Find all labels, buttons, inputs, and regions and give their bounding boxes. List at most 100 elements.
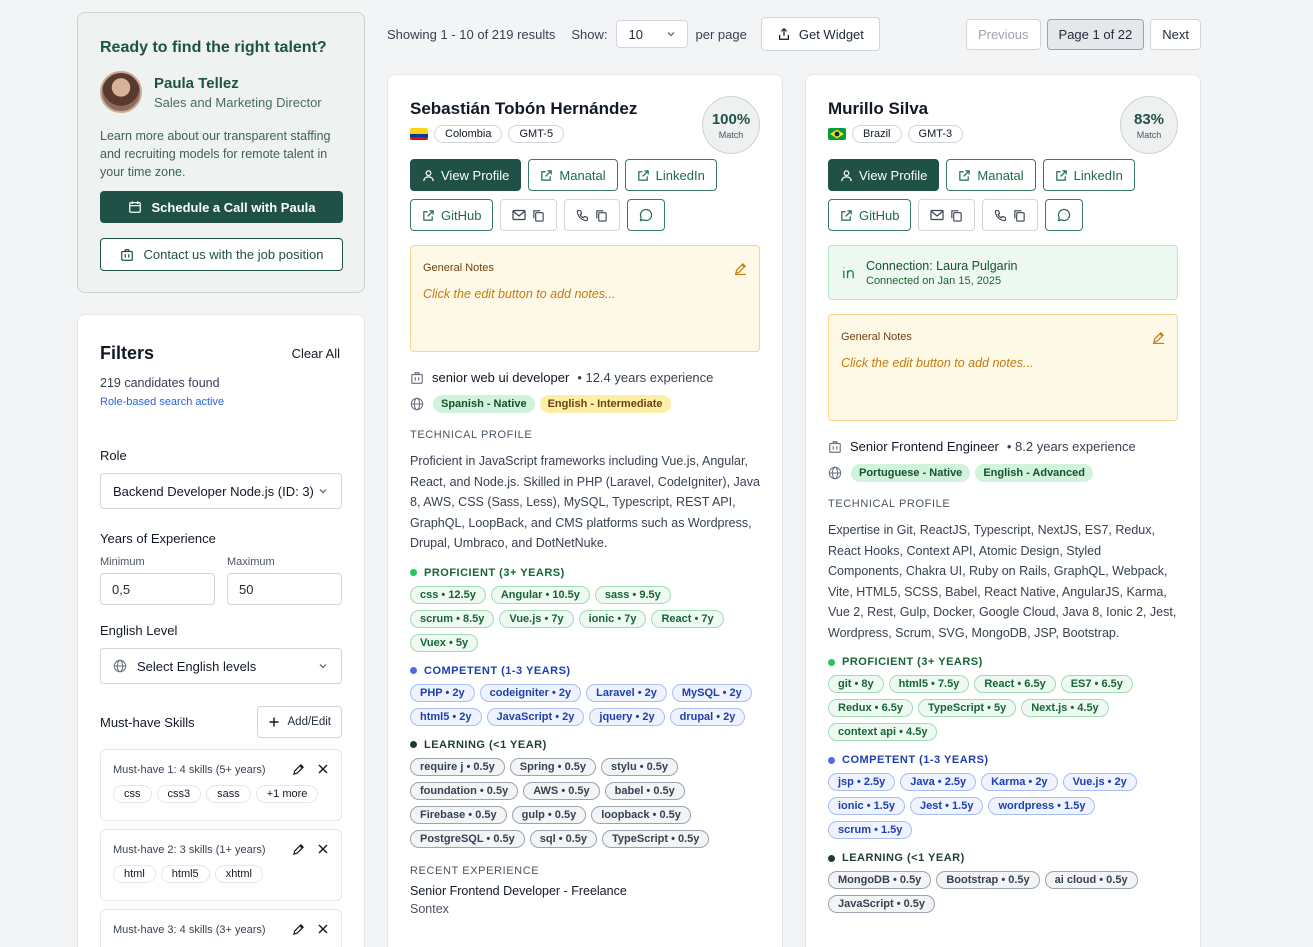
- match-percent: 83%: [1133, 110, 1165, 128]
- copy-phone-button[interactable]: [564, 199, 621, 231]
- colombia-flag-icon: [410, 128, 428, 140]
- copy-email-button[interactable]: [500, 199, 558, 231]
- competent-heading: COMPETENT (1-3 YEARS): [828, 754, 1178, 766]
- connection-banner: Connection: Laura Pulgarin Connected on …: [828, 245, 1178, 300]
- external-link-icon: [1055, 169, 1068, 182]
- skill-tag: Next.js • 4.5y: [1021, 699, 1109, 717]
- recent-job-company: Sontex: [410, 901, 449, 916]
- calendar-icon: [128, 200, 142, 214]
- manatal-label: Manatal: [977, 167, 1024, 183]
- candidate-role: senior web ui developer: [432, 370, 570, 385]
- edit-pencil-icon[interactable]: [292, 763, 305, 776]
- copy-email-button[interactable]: [918, 199, 976, 231]
- skill-tag: ES7 • 6.5y: [1060, 675, 1133, 693]
- per-page-value: 10: [628, 26, 643, 42]
- learning-skills: MongoDB • 0.5y Bootstrap • 0.5y ai cloud…: [828, 871, 1178, 913]
- skill-pill: html: [113, 865, 156, 883]
- manatal-button[interactable]: Manatal: [946, 159, 1036, 191]
- connection-date: Connected on Jan 15, 2025: [866, 274, 1002, 287]
- competent-skills: jsp • 2.5y Java • 2.5y Karma • 2y Vue.js…: [828, 773, 1178, 839]
- technical-profile-title: TECHNICAL PROFILE: [410, 429, 533, 441]
- candidate-experience: • 8.2 years experience: [1006, 439, 1136, 454]
- copy-phone-button[interactable]: [982, 199, 1039, 231]
- user-icon: [422, 169, 435, 182]
- close-icon[interactable]: [317, 843, 329, 856]
- get-widget-button[interactable]: Get Widget: [760, 17, 880, 51]
- close-icon[interactable]: [317, 763, 329, 776]
- must-have-group: Must-have 1: 4 skills (5+ years) css css3…: [100, 749, 342, 821]
- edit-pencil-icon[interactable]: [1152, 331, 1165, 344]
- chat-bubble-icon: [639, 208, 653, 222]
- candidate-role: Senior Frontend Engineer: [850, 439, 999, 454]
- max-years-input[interactable]: 50: [227, 573, 342, 605]
- linkedin-label: LinkedIn: [655, 167, 705, 183]
- skill-tag: MongoDB • 0.5y: [828, 871, 932, 889]
- match-percent: 100%: [711, 110, 751, 128]
- status-dot-icon: [828, 854, 835, 862]
- proficient-heading: PROFICIENT (3+ YEARS): [828, 656, 1178, 668]
- whatsapp-button[interactable]: [627, 199, 666, 231]
- skill-tag: AWS • 0.5y: [523, 781, 600, 800]
- plus-icon: [268, 716, 280, 728]
- globe-icon: [113, 659, 127, 673]
- linkedin-button[interactable]: LinkedIn: [624, 159, 717, 191]
- country-chip: Colombia: [434, 125, 503, 143]
- page-indicator: Page 1 of 22: [1046, 18, 1145, 50]
- previous-page-button[interactable]: Previous: [965, 18, 1041, 50]
- view-profile-button[interactable]: View Profile: [410, 159, 522, 191]
- more-skills-pill[interactable]: +1 more: [255, 785, 319, 803]
- talent-promo-panel: Ready to find the right talent? Paula Te…: [77, 12, 365, 293]
- language-badge: English - Intermediate: [539, 395, 671, 413]
- skill-tag: JavaScript • 0.5y: [828, 895, 936, 913]
- contact-job-label: Contact us with the job position: [143, 247, 324, 262]
- competent-label: COMPETENT (1-3 YEARS): [424, 664, 571, 677]
- min-years-input[interactable]: 0,5: [100, 573, 215, 605]
- skill-tag: MySQL • 2y: [671, 683, 752, 702]
- skill-tag: wordpress • 1.5y: [988, 797, 1096, 815]
- contact-job-button[interactable]: Contact us with the job position: [100, 238, 343, 271]
- competent-heading: COMPETENT (1-3 YEARS): [410, 665, 760, 677]
- skill-tag: codeigniter • 2y: [479, 683, 582, 702]
- manatal-button[interactable]: Manatal: [528, 159, 618, 191]
- skill-tag: loopback • 0.5y: [591, 805, 691, 824]
- schedule-call-button[interactable]: Schedule a Call with Paula: [100, 191, 343, 223]
- role-select[interactable]: Backend Developer Node.js (ID: 3): [100, 473, 342, 509]
- proficient-heading: PROFICIENT (3+ YEARS): [410, 567, 760, 579]
- proficient-label: PROFICIENT (3+ YEARS): [842, 656, 983, 668]
- skill-tag: Jest • 1.5y: [910, 797, 984, 815]
- learning-skills: require j • 0.5y Spring • 0.5y stylu • 0…: [410, 757, 760, 848]
- match-score: 83% Match: [1120, 96, 1178, 154]
- skill-tag: TypeScript • 5y: [918, 699, 1017, 717]
- github-button[interactable]: GitHub: [410, 199, 494, 231]
- competent-skills: PHP • 2y codeigniter • 2y Laravel • 2y M…: [410, 683, 760, 726]
- close-icon[interactable]: [317, 923, 329, 936]
- must-have-group: Must-have 3: 4 skills (3+ years): [100, 909, 342, 947]
- user-icon: [840, 169, 853, 182]
- add-edit-skills-button[interactable]: Add/Edit: [256, 706, 342, 738]
- skill-tag: ai cloud • 0.5y: [1044, 871, 1138, 889]
- edit-pencil-icon[interactable]: [734, 262, 747, 275]
- skill-tag: jsp • 2.5y: [828, 773, 896, 791]
- next-page-button[interactable]: Next: [1150, 18, 1201, 50]
- status-dot-icon: [410, 741, 417, 748]
- skill-tag: TypeScript • 0.5y: [602, 829, 710, 848]
- english-level-select[interactable]: Select English levels: [100, 648, 342, 684]
- must-have-group: Must-have 2: 3 skills (1+ years) html htm…: [100, 829, 342, 901]
- view-profile-button[interactable]: View Profile: [828, 159, 940, 191]
- github-label: GitHub: [859, 207, 900, 223]
- add-edit-label: Add/Edit: [287, 716, 331, 728]
- recent-experience-title: RECENT EXPERIENCE: [410, 864, 540, 877]
- edit-pencil-icon[interactable]: [292, 843, 305, 856]
- clear-all-button[interactable]: Clear All: [292, 346, 340, 361]
- recent-job-title: Senior Frontend Developer - Freelance: [410, 883, 627, 898]
- skill-tag: React • 6.5y: [974, 675, 1056, 693]
- per-page-select[interactable]: 10: [615, 20, 688, 48]
- promo-heading: Ready to find the right talent?: [100, 39, 327, 56]
- language-badge: Portuguese - Native: [851, 464, 971, 482]
- github-button[interactable]: GitHub: [828, 199, 912, 231]
- whatsapp-button[interactable]: [1045, 199, 1084, 231]
- manatal-label: Manatal: [559, 167, 606, 183]
- linkedin-button[interactable]: LinkedIn: [1042, 159, 1135, 191]
- skill-tag: ionic • 1.5y: [828, 797, 906, 815]
- edit-pencil-icon[interactable]: [292, 923, 305, 936]
